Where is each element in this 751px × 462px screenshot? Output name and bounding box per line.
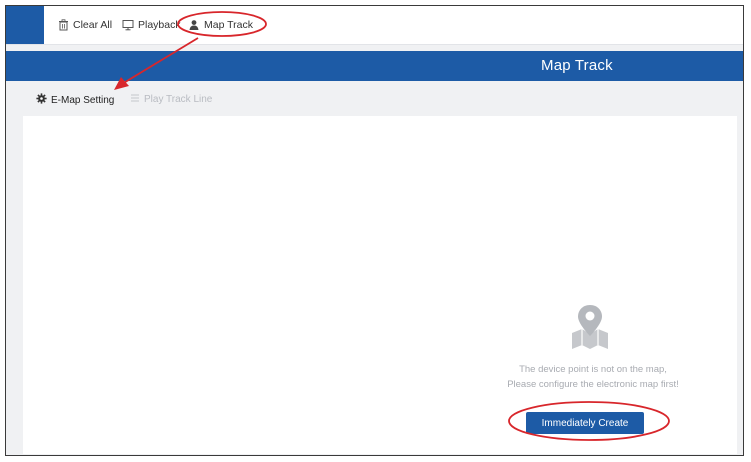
- list-icon: [130, 93, 140, 106]
- gear-icon: [36, 93, 47, 107]
- module-header: Map Track: [6, 51, 743, 81]
- empty-state-message-line1: The device point is not on the map,: [519, 364, 667, 375]
- empty-state-message-line2: Please configure the electronic map firs…: [507, 379, 679, 390]
- play-track-line-label: Play Track Line: [144, 94, 213, 105]
- person-pin-icon: [188, 19, 200, 31]
- page-title: Map Track: [541, 57, 613, 74]
- playback-button[interactable]: Playback: [122, 17, 181, 33]
- top-toolbar: Clear All Playback Map Track: [6, 6, 743, 45]
- emap-setting-label: E-Map Setting: [51, 94, 115, 106]
- emap-setting-button[interactable]: E-Map Setting: [36, 93, 114, 107]
- play-track-line-button[interactable]: Play Track Line: [130, 93, 212, 106]
- map-track-subtoolbar: E-Map Setting Play Track Line: [6, 88, 743, 114]
- playback-label: Playback: [138, 19, 181, 31]
- clear-all-button[interactable]: Clear All: [58, 17, 112, 33]
- immediately-create-button[interactable]: Immediately Create: [526, 412, 644, 434]
- map-area: The device point is not on the map, Plea…: [23, 116, 737, 454]
- app-window: Clear All Playback Map Track Map Track E…: [5, 5, 744, 456]
- trash-icon: [58, 19, 69, 31]
- toolbar-brand-block: [6, 6, 44, 44]
- map-pin-icon: [572, 305, 608, 349]
- clear-all-label: Clear All: [73, 19, 113, 31]
- monitor-icon: [122, 19, 134, 31]
- map-track-label: Map Track: [204, 19, 254, 31]
- map-track-button[interactable]: Map Track: [188, 17, 253, 33]
